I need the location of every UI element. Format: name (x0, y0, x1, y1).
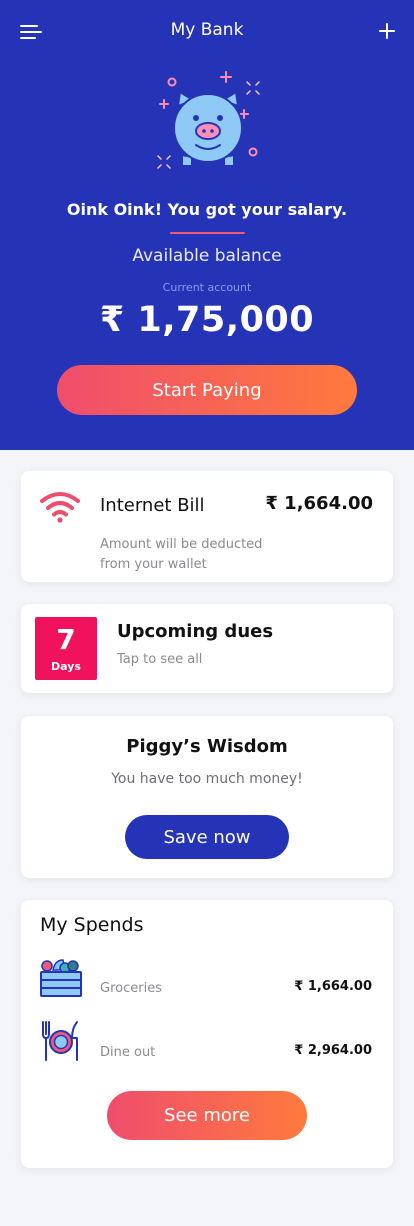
menu-icon[interactable] (20, 24, 42, 40)
wisdom-card: Piggy’s Wisdom You have too much money! … (21, 716, 393, 878)
start-paying-button[interactable]: Start Paying (57, 365, 357, 415)
balance-label: Available balance (132, 246, 282, 266)
spends-title: My Spends (40, 914, 144, 936)
days-badge: 7 Days (35, 617, 97, 680)
bill-note: Amount will be deducted from your wallet (100, 537, 263, 572)
wisdom-text: You have too much money! (111, 771, 303, 787)
dues-title: Upcoming dues (117, 621, 274, 642)
spend-label-dine-out: Dine out (100, 1045, 156, 1060)
spend-label-groceries: Groceries (100, 981, 162, 996)
see-more-button[interactable]: See more (107, 1091, 307, 1140)
account-type-label: Current account (162, 281, 252, 294)
app-title: My Bank (170, 20, 244, 40)
upcoming-dues-card[interactable]: 7 Days Upcoming dues Tap to see all (21, 604, 393, 693)
internet-bill-card[interactable]: Internet Bill ₹ 1,664.00 Amount will be … (21, 471, 393, 582)
message-divider (170, 232, 245, 234)
piggy-bank-icon (157, 71, 260, 169)
dues-subtitle: Tap to see all (117, 652, 203, 667)
balance-amount: ₹ 1,75,000 (99, 300, 315, 340)
salary-message: Oink Oink! You got your salary. (66, 200, 348, 219)
my-spends-card: My Spends Groceries ₹ 1,664.00 Dine out … (21, 900, 393, 1168)
groceries-icon (40, 959, 82, 997)
spend-amount-groceries: ₹ 1,664.00 (294, 979, 372, 994)
wisdom-title: Piggy’s Wisdom (126, 736, 288, 757)
save-now-button[interactable]: Save now (125, 815, 289, 859)
plus-icon[interactable] (378, 22, 396, 40)
wifi-icon (40, 492, 80, 523)
bill-title: Internet Bill (100, 495, 205, 516)
hero-section: My Bank Oink Oink! You got your salary. … (0, 0, 414, 450)
spend-amount-dine-out: ₹ 2,964.00 (294, 1043, 372, 1058)
bill-amount: ₹ 1,664.00 (265, 493, 373, 514)
dine-out-icon (42, 1021, 78, 1061)
days-label: Days (51, 660, 81, 673)
top-bar: My Bank (0, 0, 414, 62)
days-count: 7 (56, 623, 76, 656)
